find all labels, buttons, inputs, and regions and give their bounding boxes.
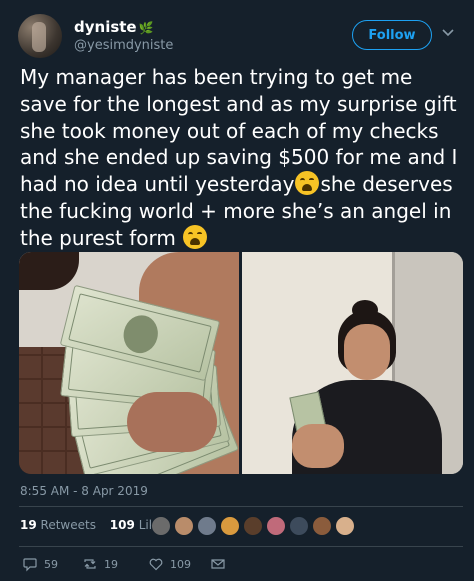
reply-icon [23,558,37,572]
tweet-timestamp[interactable]: 8:55 AM - 8 Apr 2019 [20,484,148,498]
tweet-actions: 59 19 109 [22,556,462,576]
leaf-emoji-icon: 🌿 [138,21,154,35]
liker-avatar[interactable] [243,516,263,536]
retweets-stat[interactable]: 19 Retweets [20,518,106,532]
liker-avatar[interactable] [151,516,171,536]
heart-icon [149,558,163,571]
retweets-count: 19 [20,518,37,532]
divider [19,506,463,507]
retweets-label: Retweets [40,518,96,532]
money-photo[interactable] [19,252,239,474]
liker-avatar[interactable] [220,516,240,536]
liker-avatar[interactable] [266,516,286,536]
tweet-text: My manager has been trying to get me sav… [20,64,460,252]
retweet-count: 19 [104,557,118,571]
reply-button[interactable]: 59 [22,556,58,572]
weary-face-icon [183,224,208,249]
user-handle[interactable]: @yesimdyniste [74,38,173,53]
retweet-button[interactable]: 19 [82,556,118,572]
tweet-header: dyniste 🌿 @yesimdyniste Follow [18,14,458,58]
envelope-icon [211,559,225,569]
follow-button[interactable]: Follow [352,20,432,50]
liker-avatar[interactable] [312,516,332,536]
liker-avatar[interactable] [335,516,355,536]
liker-avatars [151,516,355,536]
liker-avatar[interactable] [174,516,194,536]
liker-avatar[interactable] [197,516,217,536]
chevron-down-icon[interactable] [438,24,458,44]
manager-photo[interactable] [242,252,463,474]
likes-count: 109 [109,518,135,532]
like-button[interactable]: 109 [148,556,191,572]
like-count: 109 [170,557,191,571]
media-grid [19,252,463,474]
divider [19,546,463,547]
display-name[interactable]: dyniste 🌿 [74,18,154,36]
retweet-icon [84,559,96,569]
avatar[interactable] [18,14,62,58]
display-name-text: dyniste [74,18,137,36]
reply-count: 59 [44,557,58,571]
weary-face-icon [295,171,320,196]
message-button[interactable] [210,556,226,572]
liker-avatar[interactable] [289,516,309,536]
tweet-stats: 19 Retweets 109 Likes [20,518,169,532]
